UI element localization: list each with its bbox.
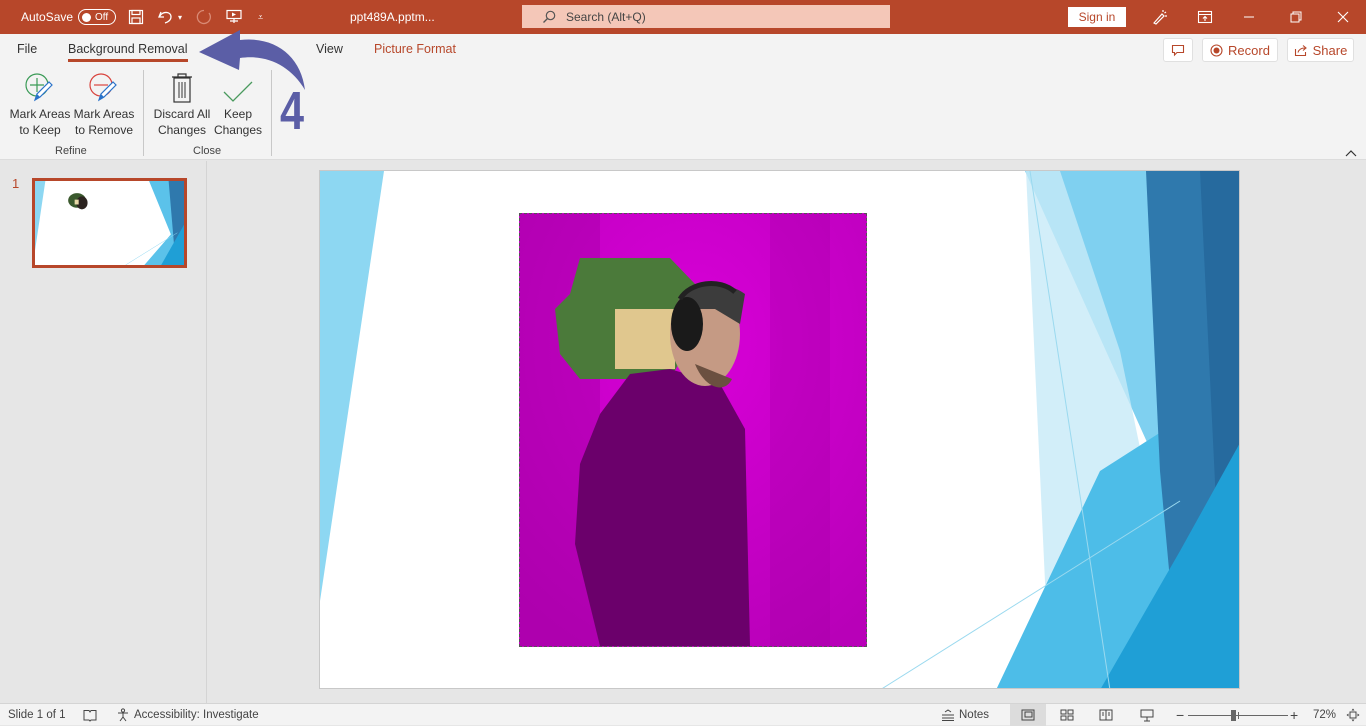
tab-file[interactable]: File [17, 42, 37, 56]
search-icon [543, 10, 556, 23]
share-label: Share [1312, 42, 1348, 58]
title-bar: AutoSave Off ▾ ⩡ ppt489A.pptm... Search … [0, 0, 1366, 34]
keep-label-1: Keep [223, 107, 253, 121]
reading-view-icon[interactable] [1099, 704, 1113, 726]
record-icon [1210, 43, 1223, 57]
notes-label: Notes [959, 709, 990, 721]
redo-icon[interactable] [195, 0, 213, 34]
share-button[interactable]: Share [1287, 38, 1354, 62]
designer-icon[interactable] [1151, 0, 1169, 34]
group-separator [271, 70, 272, 156]
accessibility-label: Accessibility: Investigate [134, 709, 259, 721]
mark-keep-icon [23, 70, 57, 104]
tab-picture-format[interactable]: Picture Format [374, 42, 456, 56]
notes-icon [942, 709, 954, 721]
discard-label-1: Discard All [153, 107, 211, 121]
zoom-in-button[interactable]: + [1290, 704, 1298, 726]
slide-number: 1 [12, 176, 20, 191]
accessibility-icon [118, 708, 128, 722]
spelling-icon[interactable] [83, 704, 97, 726]
group-label-refine: Refine [55, 145, 87, 157]
discard-all-changes-button[interactable]: Discard All Changes [150, 70, 214, 138]
zoom-out-button[interactable]: − [1176, 704, 1184, 726]
ribbon: File Background Removal View Picture For… [0, 34, 1366, 160]
tab-view[interactable]: View [316, 42, 343, 56]
slide-thumbnail-pane: 1 [0, 161, 207, 703]
slide-canvas[interactable] [319, 170, 1240, 689]
search-box[interactable]: Search (Alt+Q) [522, 5, 890, 28]
keep-label-2: Changes [213, 123, 263, 137]
accessibility-status[interactable]: Accessibility: Investigate [116, 704, 259, 726]
comments-button[interactable] [1163, 38, 1193, 62]
notes-button[interactable]: Notes [941, 704, 989, 726]
slideshow-icon[interactable] [1140, 704, 1154, 726]
keep-changes-button[interactable]: Keep Changes [212, 70, 264, 138]
mark-keep-label-1: Mark Areas [9, 107, 71, 121]
group-label-close: Close [193, 145, 222, 157]
share-icon [1294, 44, 1307, 56]
zoom-slider[interactable] [1188, 704, 1288, 726]
fit-slide-icon[interactable] [1346, 704, 1360, 726]
headphone [671, 297, 703, 351]
slide-sorter-icon[interactable] [1060, 704, 1074, 726]
present-from-beginning-icon[interactable] [225, 0, 243, 34]
theme-shape-left [320, 171, 384, 601]
close-icon[interactable] [1337, 0, 1349, 34]
autosave-toggle[interactable]: Off [78, 0, 116, 34]
slide-editor [208, 161, 1366, 703]
restore-icon[interactable] [1290, 0, 1302, 34]
slide-indicator: Slide 1 of 1 [8, 709, 66, 721]
ribbon-display-icon[interactable] [1197, 0, 1213, 34]
customize-toolbar-icon[interactable]: ⩡ [258, 0, 263, 34]
mark-remove-label-1: Mark Areas [73, 107, 135, 121]
checkmark-icon [222, 70, 254, 104]
slide-thumbnail[interactable] [32, 178, 187, 268]
undo-icon[interactable] [157, 0, 175, 34]
comment-icon [1171, 44, 1185, 56]
zoom-slider-thumb[interactable] [1231, 709, 1236, 721]
search-placeholder: Search (Alt+Q) [566, 9, 646, 24]
minimize-icon[interactable] [1243, 0, 1255, 34]
status-bar: Slide 1 of 1 Accessibility: Investigate … [0, 703, 1366, 726]
zoom-level[interactable]: 72% [1313, 704, 1336, 726]
document-title[interactable]: ppt489A.pptm... [350, 0, 435, 34]
mark-remove-label-2: to Remove [74, 123, 134, 137]
record-button[interactable]: Record [1202, 38, 1278, 62]
tab-background-removal[interactable]: Background Removal [68, 42, 188, 62]
sign-in-button[interactable]: Sign in [1068, 7, 1126, 27]
autosave-label: AutoSave [21, 10, 74, 24]
save-icon[interactable] [128, 0, 144, 34]
record-label: Record [1228, 42, 1270, 58]
mark-remove-icon [87, 70, 121, 104]
mark-keep-label-2: to Keep [19, 123, 61, 137]
picture-background-removal[interactable] [519, 213, 867, 647]
discard-label-2: Changes [157, 123, 207, 137]
undo-dropdown-icon[interactable]: ▾ [178, 0, 182, 34]
trash-icon [170, 70, 194, 104]
collapse-ribbon-icon[interactable] [1345, 144, 1357, 162]
mark-areas-to-remove-button[interactable]: Mark Areas to Remove [72, 70, 136, 138]
normal-view-icon[interactable] [1010, 704, 1046, 726]
autosave-state: Off [95, 11, 109, 23]
group-separator [143, 70, 144, 156]
mark-areas-to-keep-button[interactable]: Mark Areas to Keep [8, 70, 72, 138]
